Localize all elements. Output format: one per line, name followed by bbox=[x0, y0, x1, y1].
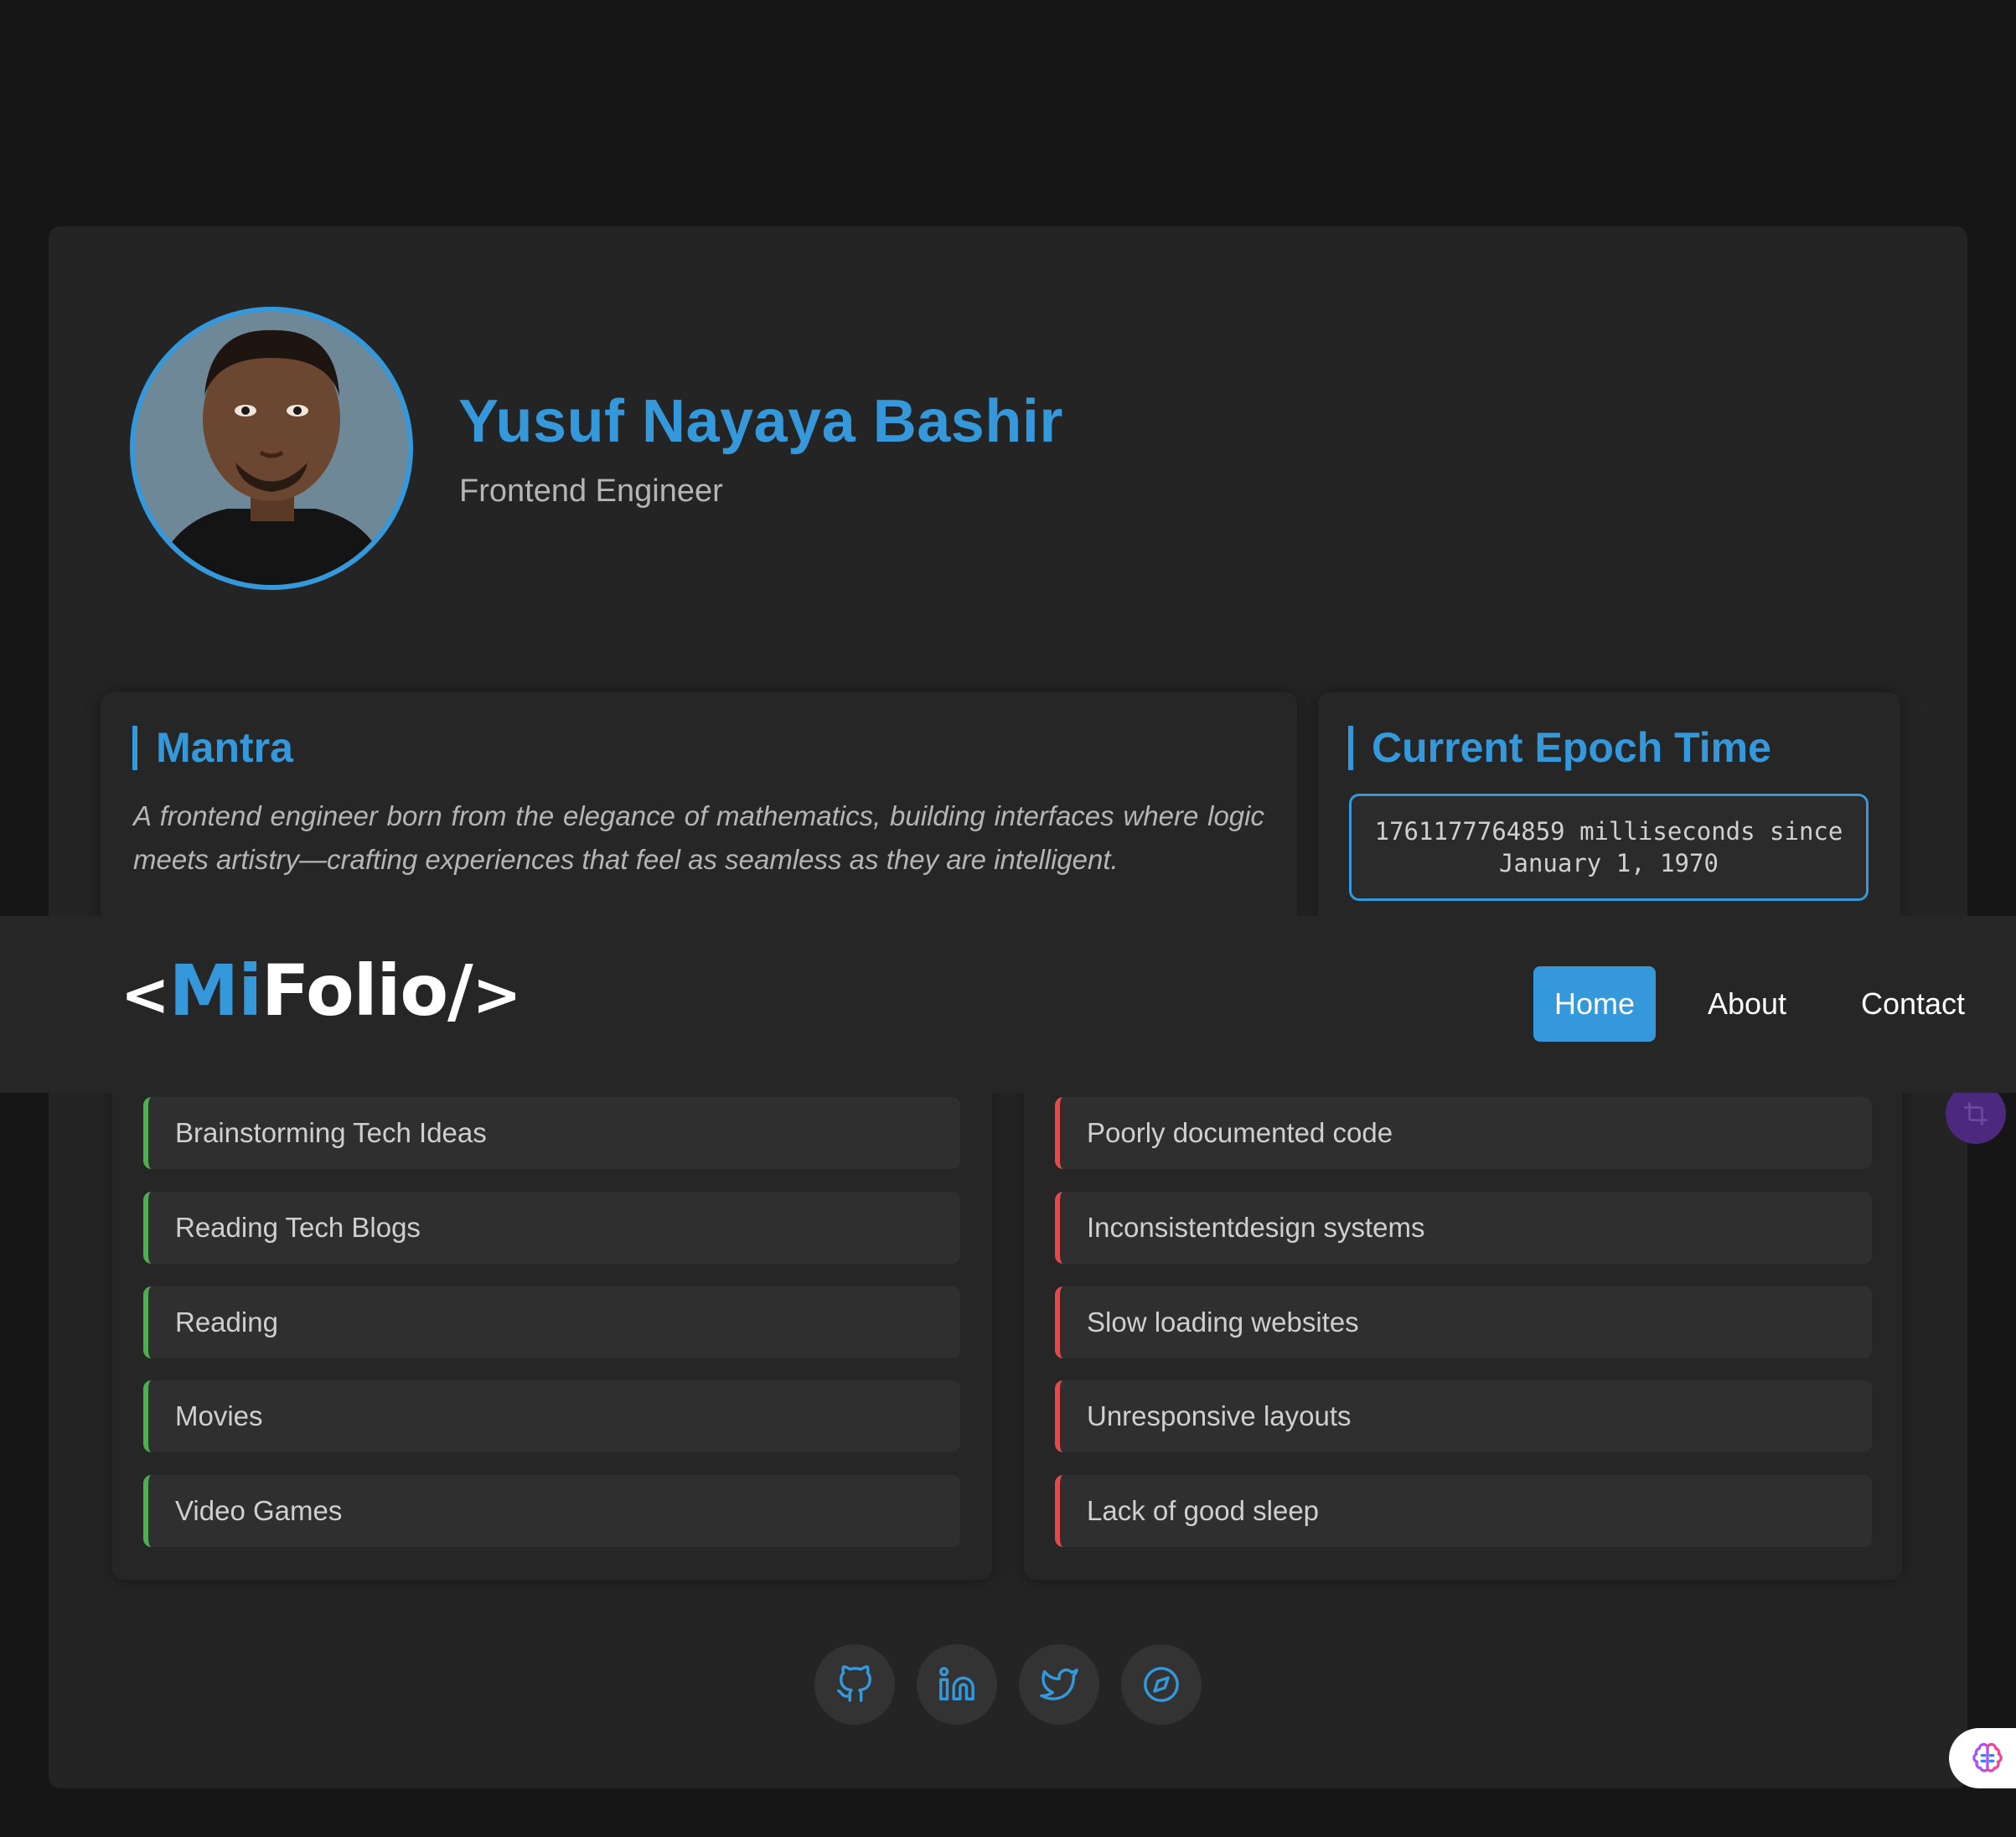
twitter-icon bbox=[1040, 1668, 1078, 1700]
twitter-link[interactable] bbox=[1019, 1644, 1099, 1725]
likes-item: Video Games bbox=[143, 1475, 960, 1547]
logo-close-bracket: > bbox=[472, 960, 522, 1029]
logo-accent: Mi bbox=[168, 950, 262, 1032]
profile-name: Yusuf Nayaya Bashir bbox=[458, 388, 1063, 455]
nav-home[interactable]: Home bbox=[1533, 966, 1656, 1042]
ai-assistant-button[interactable] bbox=[1949, 1728, 2016, 1788]
dislikes-item: Lack of good sleep bbox=[1055, 1475, 1872, 1547]
likes-item: Brainstorming Tech Ideas bbox=[143, 1097, 960, 1169]
epoch-display: 1761177764859 milliseconds since January… bbox=[1349, 794, 1869, 901]
logo-open-bracket: < bbox=[121, 960, 170, 1029]
profile-avatar bbox=[130, 307, 413, 590]
brain-icon bbox=[1972, 1742, 2003, 1772]
profile-role: Frontend Engineer bbox=[459, 473, 723, 509]
epoch-value-line2: January 1, 1970 bbox=[1499, 849, 1719, 877]
dislikes-item: Inconsistentdesign systems bbox=[1055, 1192, 1872, 1264]
mantra-title: Mantra bbox=[132, 726, 293, 770]
portfolio-link[interactable] bbox=[1121, 1644, 1202, 1725]
profile-photo-icon bbox=[135, 312, 408, 585]
linkedin-icon bbox=[939, 1667, 974, 1700]
logo-text: Folio/ bbox=[261, 950, 473, 1032]
dislikes-item: Unresponsive layouts bbox=[1055, 1380, 1872, 1452]
linkedin-link[interactable] bbox=[917, 1644, 997, 1725]
likes-item: Movies bbox=[143, 1380, 960, 1452]
nav-about[interactable]: About bbox=[1691, 966, 1803, 1042]
epoch-title: Current Epoch Time bbox=[1348, 726, 1771, 770]
epoch-value-line1: 1761177764859 milliseconds since bbox=[1374, 817, 1843, 846]
github-icon bbox=[837, 1665, 871, 1702]
compass-icon bbox=[1144, 1667, 1179, 1702]
likes-item: Reading bbox=[143, 1286, 960, 1358]
logo[interactable]: <MiFolio/> bbox=[121, 950, 522, 1032]
mantra-text: A frontend engineer born from the elegan… bbox=[133, 800, 1264, 875]
likes-item: Reading Tech Blogs bbox=[143, 1192, 960, 1264]
dislikes-item: Poorly documented code bbox=[1055, 1097, 1872, 1169]
nav-contact[interactable]: Contact bbox=[1852, 966, 1974, 1042]
github-link[interactable] bbox=[814, 1644, 895, 1725]
navbar: <MiFolio/> Home About Contact bbox=[0, 916, 2016, 1093]
dislikes-item: Slow loading websites bbox=[1055, 1286, 1872, 1358]
crop-icon bbox=[1964, 1102, 1988, 1125]
